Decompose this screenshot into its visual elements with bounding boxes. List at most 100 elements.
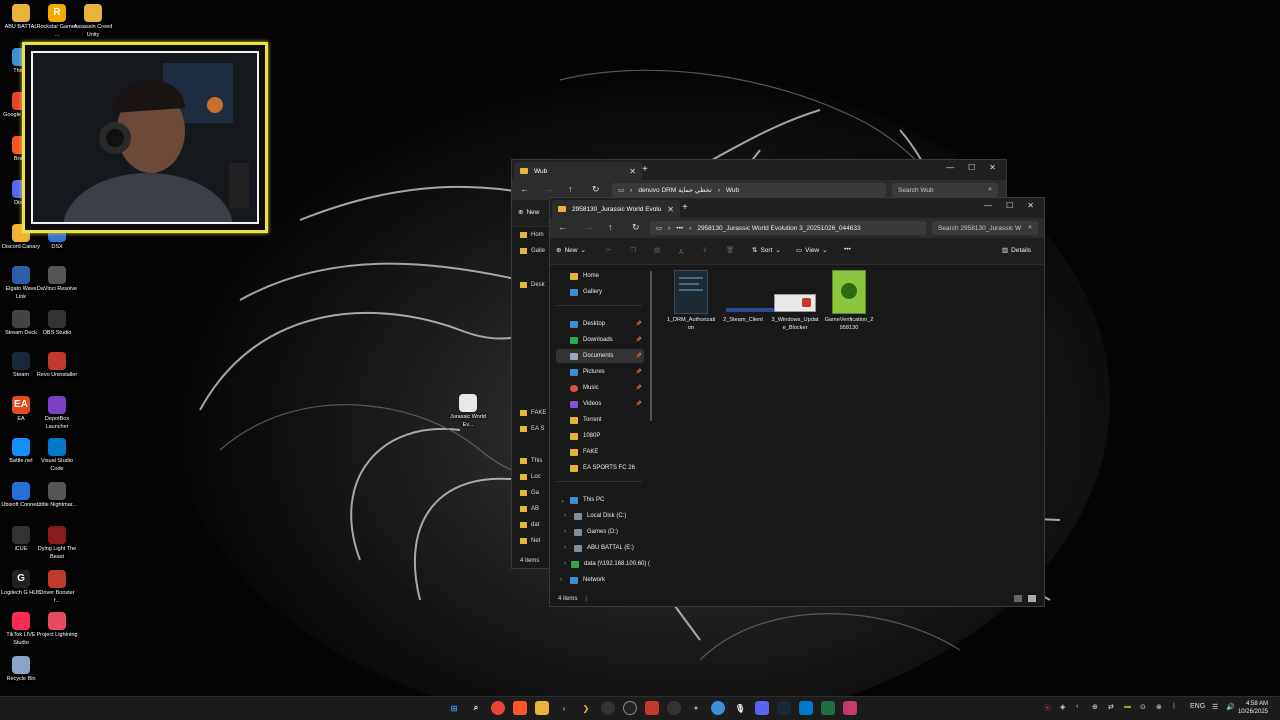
language-indicator[interactable]: ENG: [1190, 703, 1205, 710]
sidebar-item[interactable]: This: [520, 458, 542, 464]
sidebar-item[interactable]: EA S: [520, 426, 544, 432]
app-icon[interactable]: ❯: [579, 701, 593, 715]
tiles-view-icon[interactable]: [1028, 595, 1036, 602]
breadcrumb-segment[interactable]: Wub: [726, 187, 739, 194]
sidebar-item-this-pc[interactable]: ⌄ This PC: [556, 493, 644, 507]
tray-network-icon[interactable]: ⊕: [1092, 703, 1098, 711]
tab-wub[interactable]: Wub ✕: [514, 162, 642, 180]
refresh-icon[interactable]: ↻: [592, 184, 600, 195]
desktop-shortcut[interactable]: Dying Light The Beast: [36, 526, 78, 561]
sidebar-item[interactable]: Loc: [520, 474, 541, 480]
up-arrow-icon[interactable]: ↑: [608, 222, 613, 232]
vscode-icon[interactable]: [799, 701, 813, 715]
file-item[interactable]: GameVerification_2958130: [824, 270, 874, 332]
delete-icon[interactable]: 🗑: [726, 246, 734, 254]
sidebar-item[interactable]: FAKE: [520, 410, 546, 416]
up-arrow-icon[interactable]: ↑: [568, 184, 573, 194]
chevron-right-icon[interactable]: ›: [564, 529, 569, 535]
copy-icon[interactable]: ❐: [630, 246, 636, 254]
sidebar-item[interactable]: Net: [520, 538, 540, 544]
sidebar-item-downloads[interactable]: Downloads 📌: [556, 333, 644, 347]
obs-studio-icon[interactable]: [667, 701, 681, 715]
tray-overflow-icon[interactable]: ‹: [1076, 703, 1078, 710]
search-input[interactable]: Search 2958130_Jurassic W ⌕: [932, 221, 1038, 235]
chevron-down-icon[interactable]: ⌄: [560, 497, 565, 504]
sidebar-item-home[interactable]: Home: [556, 269, 644, 283]
details-button[interactable]: ▥ Details: [1002, 246, 1031, 255]
davinci-icon[interactable]: ✦: [689, 701, 703, 715]
paste-icon[interactable]: ▤: [654, 246, 660, 254]
explorer-window-front[interactable]: 2958130_Jurassic World Evolu ✕ + — ☐ ✕ ←…: [549, 197, 1045, 607]
steam-icon[interactable]: [777, 701, 791, 715]
chevron-right-icon[interactable]: ›: [564, 513, 569, 519]
desktop-shortcut[interactable]: DepotBox Launcher: [36, 396, 78, 431]
see-more-button[interactable]: •••: [844, 246, 851, 253]
sidebar-item[interactable]: Galle: [520, 248, 545, 254]
desktop-shortcut[interactable]: OBS Studio: [36, 310, 78, 338]
sidebar-item-documents[interactable]: Documents 📌: [556, 349, 644, 363]
chrome-icon[interactable]: [491, 701, 505, 715]
desktop-shortcut[interactable]: Revo Uninstaller: [36, 352, 78, 380]
desktop-shortcut[interactable]: Jurassic World Ev...: [447, 394, 489, 429]
sidebar-item-network-drive[interactable]: › data (\\192.168.100.60) (: [556, 557, 650, 571]
clock[interactable]: 4:58 AM 10/26/2025: [1238, 700, 1268, 716]
sidebar-item-videos[interactable]: Videos 📌: [556, 397, 644, 411]
address-bar[interactable]: ▭ › denuvo DRM تخطي حماية › Wub: [612, 183, 886, 197]
sidebar-item-music[interactable]: Music 📌: [556, 381, 644, 395]
details-view-icon[interactable]: [1014, 595, 1022, 602]
tab-jurassic-folder[interactable]: 2958130_Jurassic World Evolu ✕: [552, 200, 680, 218]
new-tab-button[interactable]: +: [642, 164, 648, 175]
sidebar-item-abu-battal-drive[interactable]: › ABU BATTAL (E:): [556, 541, 644, 555]
cut-icon[interactable]: ✂: [606, 246, 611, 254]
nvidia-icon[interactable]: [711, 701, 725, 715]
back-arrow-icon[interactable]: ←: [558, 222, 567, 232]
sidebar-item-games-drive[interactable]: › Games (D:): [556, 525, 644, 539]
close-button[interactable]: ✕: [989, 163, 996, 172]
desktop-shortcut[interactable]: Driver Booster f...: [36, 570, 78, 605]
desktop-shortcut[interactable]: Project Lightning: [36, 612, 78, 640]
title-bar[interactable]: 2958130_Jurassic World Evolu ✕ + — ☐ ✕: [550, 198, 1044, 218]
desktop-shortcut[interactable]: DaVinci Resolve: [36, 266, 78, 294]
minimize-button[interactable]: —: [946, 163, 954, 172]
app-red-icon[interactable]: [645, 701, 659, 715]
forward-arrow-icon[interactable]: →: [544, 184, 553, 194]
sidebar-item-network[interactable]: › Network: [556, 573, 644, 587]
discord-icon[interactable]: [755, 701, 769, 715]
file-item[interactable]: 1_DRM_Authorization: [666, 270, 716, 332]
sidebar-item-desktop[interactable]: Desktop 📌: [556, 317, 644, 331]
sidebar-item[interactable]: dat: [520, 522, 539, 528]
sidebar-item[interactable]: AB: [520, 506, 539, 512]
tray-app-icon[interactable]: ⊗: [1156, 703, 1162, 711]
sort-button[interactable]: ⇅ Sort ⌄: [752, 246, 781, 255]
tray-steam-icon[interactable]: ◈: [1060, 703, 1065, 711]
overflow-icon[interactable]: •••: [676, 225, 683, 232]
new-tab-button[interactable]: +: [682, 202, 688, 213]
sidebar-scrollbar[interactable]: [650, 271, 652, 421]
desktop-shortcut[interactable]: Recycle Bin: [0, 656, 42, 684]
close-tab-icon[interactable]: ✕: [629, 167, 636, 176]
new-button[interactable]: ⊕ New: [518, 208, 539, 217]
close-button[interactable]: ✕: [1027, 201, 1034, 210]
sidebar-item[interactable]: Desk: [520, 282, 545, 288]
refresh-icon[interactable]: ↻: [632, 222, 640, 233]
plex-icon[interactable]: ›: [557, 701, 571, 715]
desktop-shortcut[interactable]: Little Nightmar...: [36, 482, 78, 510]
sidebar-item[interactable]: Hom: [520, 232, 544, 238]
sidebar-item-1080p[interactable]: 1080P: [556, 429, 644, 443]
sidebar-item-local-disk[interactable]: › Local Disk (C:): [556, 509, 644, 523]
volume-icon[interactable]: 🔊: [1226, 703, 1235, 711]
wifi-icon[interactable]: ☰: [1212, 703, 1218, 711]
chevron-right-icon[interactable]: ›: [564, 545, 569, 551]
search-input[interactable]: Search Wub ⌕: [892, 183, 998, 197]
excel-icon[interactable]: [821, 701, 835, 715]
breadcrumb-segment[interactable]: 2958130_Jurassic World Evolution 3_20251…: [697, 225, 860, 232]
maximize-button[interactable]: ☐: [1006, 201, 1013, 210]
desktop-shortcut[interactable]: Assassin Creed Unity: [72, 4, 114, 39]
share-icon[interactable]: ⇪: [702, 246, 707, 254]
sidebar-item-gallery[interactable]: Gallery: [556, 285, 644, 299]
obs-icon[interactable]: [623, 701, 637, 715]
rename-icon[interactable]: Ａ: [678, 246, 685, 256]
desktop-shortcut[interactable]: Visual Studio Code: [36, 438, 78, 473]
chevron-right-icon[interactable]: ›: [560, 577, 565, 583]
file-item[interactable]: 2_Steam_Client: [718, 270, 774, 325]
